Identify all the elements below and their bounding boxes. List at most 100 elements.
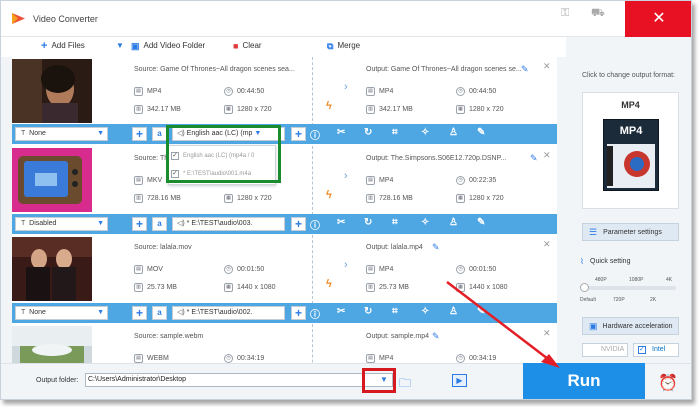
quick-setting-label: Quick setting xyxy=(590,258,631,265)
crop-icon[interactable]: ⌗ xyxy=(392,306,398,317)
clear-button[interactable]: ■ Clear xyxy=(233,41,262,50)
hardware-acceleration-button[interactable]: ▣ Hardware acceleration xyxy=(582,317,679,335)
edit-icon[interactable]: ✎ xyxy=(477,306,485,317)
preview-folder-icon[interactable]: ▶ xyxy=(452,374,467,387)
edit-output-icon[interactable]: ✎ xyxy=(521,64,529,75)
output-size: 728.16 MB xyxy=(379,195,413,202)
source-size: 728.16 MB xyxy=(147,195,181,202)
stamp-icon[interactable]: ♙ xyxy=(449,127,458,138)
output-title: Output: lalala.mp4 xyxy=(366,244,423,251)
folder-icon[interactable]: 🗀 xyxy=(399,374,411,395)
output-duration: 00:22:35 xyxy=(469,177,497,184)
scissors-icon[interactable]: ✂ xyxy=(337,306,345,317)
info-icon[interactable]: ⓘ xyxy=(310,306,320,321)
info-icon[interactable]: ⓘ xyxy=(310,217,320,232)
clock-icon: ◷ xyxy=(456,87,465,96)
magic-wand-icon[interactable]: ✧ xyxy=(421,217,429,228)
rotate-icon[interactable]: ↻ xyxy=(364,306,372,317)
source-resolution: 1440 x 1080 xyxy=(237,284,276,291)
video-thumbnail[interactable] xyxy=(12,59,92,123)
merge-button[interactable]: ⧉ Merge xyxy=(327,41,360,50)
close-button[interactable]: ✕ xyxy=(625,1,691,37)
list-item[interactable]: Source: Game Of Thrones~All dragon scene… xyxy=(12,57,557,126)
output-folder-field[interactable]: C:\Users\Administrator\Desktop xyxy=(85,373,393,387)
run-button[interactable]: Run xyxy=(523,363,645,399)
add-files-label: Add Files xyxy=(51,41,85,50)
stamp-icon[interactable]: ♙ xyxy=(449,217,458,228)
stamp-icon[interactable]: ♙ xyxy=(449,306,458,317)
subtitle-value: None xyxy=(29,309,46,316)
file-list: Source: Game Of Thrones~All dragon scene… xyxy=(12,57,557,363)
intel-toggle[interactable]: ✓ Intel xyxy=(633,343,679,357)
quick-setting-slider[interactable] xyxy=(580,283,676,292)
video-thumbnail[interactable] xyxy=(12,237,92,301)
edit-output-icon[interactable]: ✎ xyxy=(530,153,538,164)
add-subtitle-button[interactable]: + xyxy=(132,127,147,141)
scissors-icon[interactable]: ✂ xyxy=(337,217,345,228)
scissors-icon[interactable]: ✂ xyxy=(337,127,345,138)
edit-output-icon[interactable]: ✎ xyxy=(432,242,440,253)
remove-item-icon[interactable]: ✕ xyxy=(543,328,551,339)
slider-knob[interactable] xyxy=(580,283,589,292)
add-subtitle-button[interactable]: + xyxy=(132,217,147,231)
edit-output-icon[interactable]: ✎ xyxy=(432,331,440,342)
subtitle-select[interactable]: T None ▼ xyxy=(15,127,108,141)
crop-icon[interactable]: ⌗ xyxy=(392,127,398,138)
magic-wand-icon[interactable]: ✧ xyxy=(421,127,429,138)
output-format-selector[interactable]: MP4 MP4 xyxy=(582,92,679,209)
subtitle-select[interactable]: T Disabled ▼ xyxy=(15,217,108,231)
subtitle-style-button[interactable]: a xyxy=(152,127,167,141)
info-icon[interactable]: ⓘ xyxy=(310,127,320,142)
format-icon: ▤ xyxy=(134,354,143,363)
arrow-right-icon: › xyxy=(344,81,348,93)
folder-plus-icon: ▣ xyxy=(131,40,140,51)
add-audio-button[interactable]: + xyxy=(291,306,306,320)
rotate-icon[interactable]: ↻ xyxy=(364,127,372,138)
quick-tick-1080p: 1080P xyxy=(629,277,644,283)
key-icon[interactable]: ⚿ xyxy=(561,7,569,20)
remove-item-icon[interactable]: ✕ xyxy=(543,239,551,250)
video-thumbnail[interactable] xyxy=(12,326,92,363)
size-icon: ▥ xyxy=(134,194,143,203)
video-thumbnail[interactable] xyxy=(12,148,92,212)
add-video-folder-button[interactable]: ▣ Add Video Folder xyxy=(131,41,205,50)
alarm-clock-icon[interactable]: ⏰ xyxy=(658,373,678,393)
edit-icon[interactable]: ✎ xyxy=(477,217,485,228)
list-item[interactable]: Source: sample.webm ▤ WEBM ◷ 00:34:19 Outp… xyxy=(12,324,557,363)
check-icon: ✓ xyxy=(638,346,646,354)
divider xyxy=(312,235,313,304)
remove-item-icon[interactable]: ✕ xyxy=(543,150,551,161)
audio-track-select[interactable]: ◁) * E:\TEST\audio\003. xyxy=(172,217,285,231)
cart-icon[interactable]: ⛟ xyxy=(591,7,605,21)
quick-tick-default: Default xyxy=(580,297,596,303)
list-item[interactable]: Source: The Simpsons S06E12 720p WEB-...… xyxy=(12,146,557,215)
merge-label: Merge xyxy=(337,41,361,50)
audio-track-select[interactable]: ◁) * E:\TEST\audio\002. xyxy=(172,306,285,320)
app-window: Video Converter ⚿ ⛟ ✕ + Add Files ▼ ▣ Ad… xyxy=(0,0,692,400)
resolution-icon: ▦ xyxy=(456,194,465,203)
add-files-button[interactable]: + Add Files xyxy=(41,40,85,51)
output-format: MP4 xyxy=(379,88,394,95)
rotate-icon[interactable]: ↻ xyxy=(364,217,372,228)
subtitle-select[interactable]: T None ▼ xyxy=(15,306,108,320)
item-control-bar: T None ▼ + a ◁) * E:\TEST\audio\002. + ⓘ … xyxy=(12,303,557,323)
add-files-dropdown-icon[interactable]: ▼ xyxy=(116,41,124,50)
nvidia-toggle[interactable]: NVIDIA xyxy=(582,343,628,357)
output-size: 25.73 MB xyxy=(379,284,409,291)
add-subtitle-button[interactable]: + xyxy=(132,306,147,320)
parameter-settings-button[interactable]: ☰ Parameter settings xyxy=(582,223,679,241)
subtitle-style-button[interactable]: a xyxy=(152,217,167,231)
remove-item-icon[interactable]: ✕ xyxy=(543,61,551,72)
crop-icon[interactable]: ⌗ xyxy=(392,217,398,228)
magic-wand-icon[interactable]: ✧ xyxy=(421,306,429,317)
clock-icon: ◷ xyxy=(224,265,233,274)
source-format: MOV xyxy=(147,266,163,273)
format-icon: ▤ xyxy=(366,354,375,363)
edit-icon[interactable]: ✎ xyxy=(477,127,485,138)
add-audio-button[interactable]: + xyxy=(291,127,306,141)
add-audio-button[interactable]: + xyxy=(291,217,306,231)
output-format: MP4 xyxy=(379,355,394,362)
list-item[interactable]: Source: lalala.mov ▤ MOV ◷ 00:01:50 ▥ 25.73… xyxy=(12,235,557,304)
clock-icon: ◷ xyxy=(224,87,233,96)
subtitle-style-button[interactable]: a xyxy=(152,306,167,320)
